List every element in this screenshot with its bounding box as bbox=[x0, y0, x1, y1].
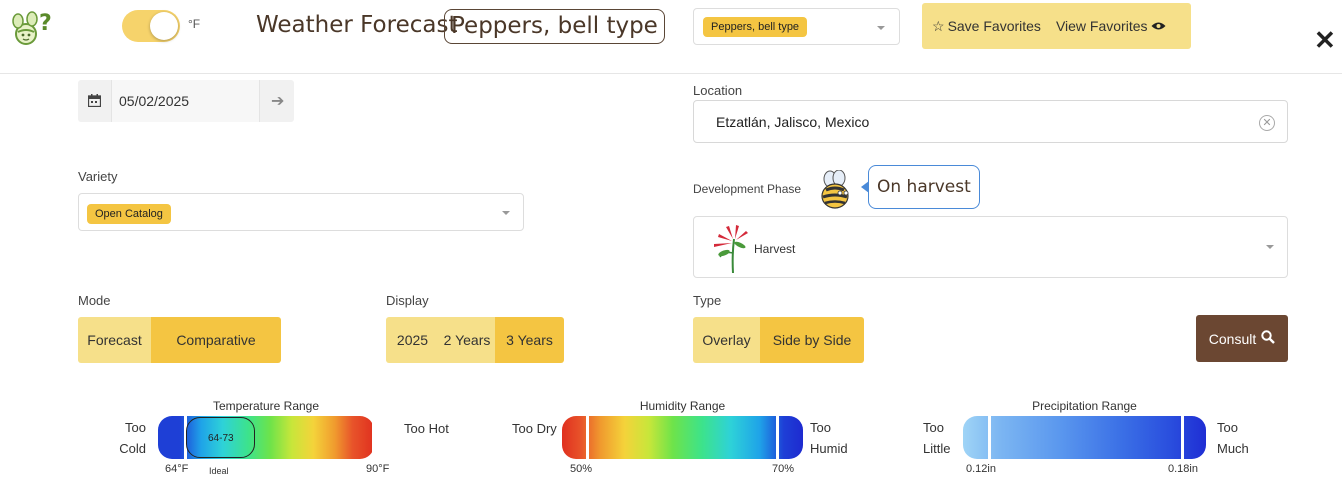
phase-value: Harvest bbox=[754, 242, 796, 256]
unit-label: °F bbox=[188, 17, 201, 31]
too-dry-label: Too Dry bbox=[512, 421, 557, 436]
chevron-down-icon bbox=[502, 211, 510, 215]
temperature-range-bar: 64-73 bbox=[158, 416, 375, 459]
humidity-max-label: 70% bbox=[772, 463, 795, 475]
bee-icon bbox=[818, 169, 854, 210]
display-segmented: 2025 2 Years 3 Years bbox=[386, 317, 564, 363]
mode-segmented: Forecast Comparative bbox=[78, 317, 281, 363]
precipitation-max-label: 0.18in bbox=[1168, 463, 1198, 475]
humidity-min-label: 50% bbox=[570, 463, 593, 475]
too-hot-label: Too Hot bbox=[404, 421, 449, 436]
page-title: Weather Forecast bbox=[256, 12, 458, 38]
variety-value: Open Catalog bbox=[87, 204, 171, 224]
selected-crop-chip: Peppers, bell type bbox=[444, 9, 665, 44]
precipitation-range-title: Precipitation Range bbox=[1032, 399, 1137, 413]
search-icon bbox=[1261, 330, 1276, 347]
pepper-plant-icon bbox=[706, 223, 752, 275]
too-cold-label: Too Cold bbox=[119, 420, 146, 456]
location-label: Location bbox=[693, 83, 743, 98]
mode-option-comparative[interactable]: Comparative bbox=[151, 317, 281, 363]
favorites-group: ☆ Save Favorites View Favorites bbox=[922, 3, 1191, 49]
display-option-2-years[interactable]: 2 Years bbox=[439, 317, 495, 363]
arrow-right-icon[interactable]: ➔ bbox=[271, 91, 284, 111]
save-favorites-button[interactable]: ☆ Save Favorites bbox=[932, 18, 1041, 35]
type-option-side-by-side[interactable]: Side by Side bbox=[760, 317, 864, 363]
display-option-2025[interactable]: 2025 bbox=[386, 317, 439, 363]
variety-label: Variety bbox=[78, 169, 118, 184]
humidity-range-bar bbox=[562, 416, 803, 459]
toggle-knob bbox=[150, 12, 178, 40]
crop-select[interactable]: Peppers, bell type bbox=[693, 8, 900, 45]
chevron-down-icon bbox=[1266, 245, 1274, 249]
variety-select[interactable]: Open Catalog bbox=[78, 193, 524, 231]
development-phase-label: Development Phase bbox=[693, 182, 802, 196]
ideal-label: Ideal bbox=[209, 466, 229, 476]
clear-icon[interactable]: ✕ bbox=[1259, 115, 1275, 131]
humidity-range-title: Humidity Range bbox=[639, 399, 726, 413]
date-value: 05/02/2025 bbox=[119, 93, 190, 109]
temperature-max-label: 90°F bbox=[366, 463, 390, 475]
display-label: Display bbox=[386, 293, 429, 308]
view-favorites-label: View Favorites bbox=[1055, 18, 1148, 34]
mode-label: Mode bbox=[78, 293, 111, 308]
help-bee-logo-icon[interactable]: ? bbox=[8, 8, 54, 48]
too-little-label: Too Little bbox=[923, 420, 951, 456]
precipitation-min-label: 0.12in bbox=[966, 463, 996, 475]
precipitation-range-bar bbox=[963, 416, 1206, 459]
svg-text:?: ? bbox=[39, 11, 52, 36]
type-segmented: Overlay Side by Side bbox=[693, 317, 864, 363]
date-picker[interactable]: 05/02/2025 ➔ bbox=[78, 80, 294, 122]
ideal-range-marker: 64-73 bbox=[186, 417, 255, 458]
close-button[interactable]: ✕ bbox=[1314, 27, 1336, 53]
star-icon: ☆ bbox=[932, 17, 945, 34]
phase-bubble: On harvest bbox=[868, 165, 980, 209]
unit-toggle[interactable] bbox=[122, 10, 180, 42]
location-input[interactable]: Etzatlán, Jalisco, Mexico ✕ bbox=[693, 100, 1288, 143]
consult-button[interactable]: Consult bbox=[1196, 315, 1288, 362]
mode-option-forecast[interactable]: Forecast bbox=[78, 317, 151, 363]
header-divider bbox=[0, 73, 1342, 74]
ideal-range-value: 64-73 bbox=[208, 433, 234, 444]
chevron-down-icon bbox=[877, 26, 885, 30]
phase-select[interactable]: Harvest bbox=[693, 216, 1288, 278]
save-favorites-label: Save Favorites bbox=[947, 18, 1041, 34]
view-favorites-button[interactable]: View Favorites bbox=[1056, 18, 1166, 34]
eye-icon bbox=[1151, 18, 1166, 34]
too-humid-label: Too Humid bbox=[810, 420, 848, 456]
consult-label: Consult bbox=[1208, 330, 1257, 347]
crop-select-value: Peppers, bell type bbox=[703, 17, 808, 37]
location-value: Etzatlán, Jalisco, Mexico bbox=[716, 114, 870, 130]
type-label: Type bbox=[693, 293, 722, 308]
temperature-min-label: 64°F bbox=[165, 463, 189, 475]
display-option-3-years[interactable]: 3 Years bbox=[495, 317, 564, 363]
type-option-overlay[interactable]: Overlay bbox=[693, 317, 760, 363]
temperature-range-title: Temperature Range bbox=[212, 399, 320, 413]
calendar-icon bbox=[87, 94, 102, 112]
too-much-label: Too Much bbox=[1217, 420, 1249, 456]
